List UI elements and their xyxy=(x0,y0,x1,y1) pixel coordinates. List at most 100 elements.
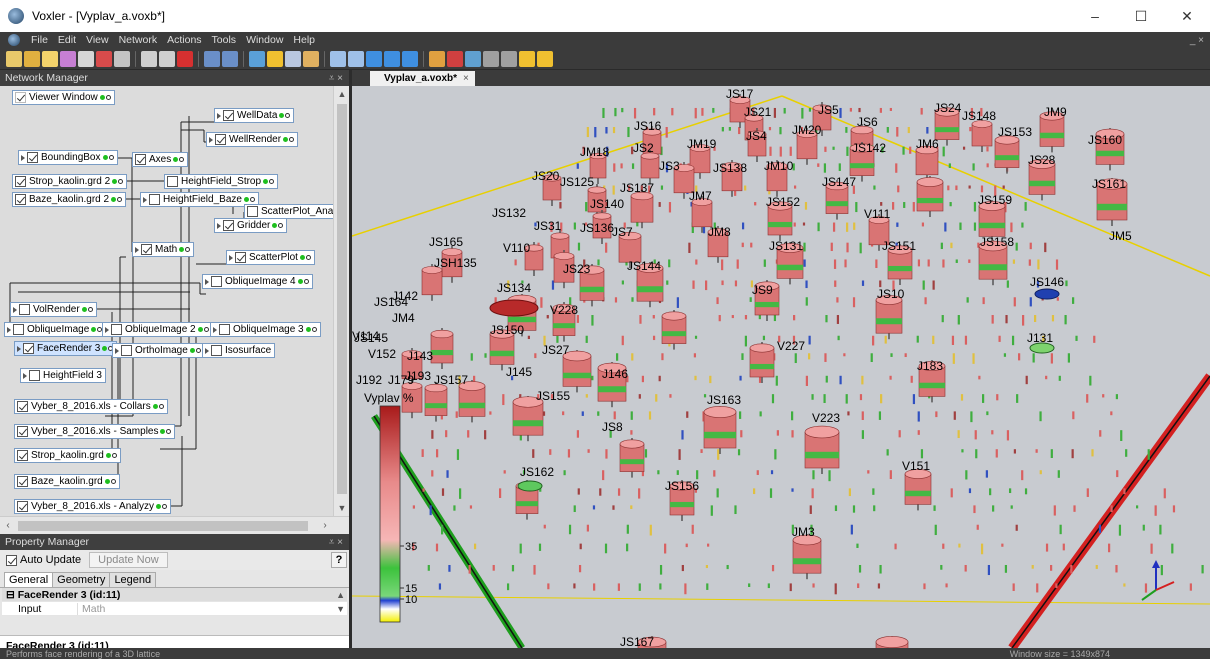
help-button[interactable]: ? xyxy=(331,552,347,568)
output-connector-icon[interactable] xyxy=(189,348,195,353)
expand-arrow-icon[interactable] xyxy=(229,254,233,261)
property-value[interactable]: Math xyxy=(78,603,105,615)
node-samples[interactable]: Vyber_8_2016.xls - Samples xyxy=(14,424,176,439)
node-baze-kaolin[interactable]: Baze_kaolin.grd xyxy=(14,474,120,489)
node-gridder[interactable]: Gridder xyxy=(214,218,288,233)
network-canvas[interactable]: Viewer Window WellData WellRender Boundi… xyxy=(0,86,344,516)
expand-arrow-icon[interactable] xyxy=(135,246,139,253)
input-connector-icon[interactable] xyxy=(185,247,191,252)
output-connector-icon[interactable] xyxy=(299,255,305,260)
export-icon[interactable] xyxy=(447,50,463,67)
view-fit-icon[interactable] xyxy=(330,50,346,67)
node-checkbox[interactable] xyxy=(219,324,230,335)
tab-general[interactable]: General xyxy=(4,572,54,587)
output-connector-icon[interactable] xyxy=(297,279,303,284)
output-connector-icon[interactable] xyxy=(91,327,97,332)
input-connector-icon[interactable] xyxy=(269,179,275,184)
viewer-window[interactable]: JS17 JS21 JS5 JS24 JS148 JM9 JS4 JM20 JS6 JS16 JM1… xyxy=(352,86,1210,648)
input-connector-icon[interactable] xyxy=(305,255,311,260)
output-connector-icon[interactable] xyxy=(279,113,285,118)
tab-vyplav-a[interactable]: Vyplav_a.voxb* × xyxy=(370,71,475,86)
document-icon[interactable] xyxy=(78,50,94,67)
output-connector-icon[interactable] xyxy=(305,327,311,332)
node-checkbox[interactable] xyxy=(141,244,152,255)
expand-arrow-icon[interactable] xyxy=(23,372,27,379)
close-tab-icon[interactable]: × xyxy=(463,73,469,84)
node-volrender[interactable]: VolRender xyxy=(10,302,97,317)
node-checkbox[interactable] xyxy=(13,324,24,335)
help-icon[interactable] xyxy=(249,50,265,67)
undo-icon[interactable] xyxy=(204,50,220,67)
open-icon[interactable] xyxy=(24,50,40,67)
document-system-icon[interactable] xyxy=(8,34,20,46)
output-connector-icon[interactable] xyxy=(243,197,249,202)
checkbox-box[interactable] xyxy=(6,554,17,566)
pan-icon[interactable] xyxy=(303,50,319,67)
node-obliqueimage-3[interactable]: ObliqueImage 3 xyxy=(210,322,321,337)
input-connector-icon[interactable] xyxy=(105,95,111,100)
viewer-scene[interactable]: JS17 JS21 JS5 JS24JS148 JM9 JS4 JM20 JS6 JS16 JM1… xyxy=(352,86,1210,648)
tab-geometry[interactable]: Geometry xyxy=(52,572,111,587)
node-heightfield-3[interactable]: HeightField 3 xyxy=(20,368,106,383)
scroll-thumb[interactable] xyxy=(337,104,347,494)
node-checkbox[interactable] xyxy=(17,501,28,512)
output-connector-icon[interactable] xyxy=(263,179,269,184)
redo-icon[interactable] xyxy=(222,50,238,67)
node-checkbox[interactable] xyxy=(135,154,146,165)
tab-legend[interactable]: Legend xyxy=(109,572,157,587)
node-strop-kaolin-2[interactable]: Strop_kaolin.grd 2 xyxy=(12,174,128,189)
node-checkbox[interactable] xyxy=(215,134,226,145)
node-heightfield-baze[interactable]: HeightField_Baze xyxy=(140,192,259,207)
menu-network[interactable]: Network xyxy=(114,34,163,46)
close-button[interactable]: ✕ xyxy=(1164,0,1210,32)
expand-arrow-icon[interactable] xyxy=(213,326,217,333)
node-scatterplot-analy[interactable]: ScatterPlot_Analy xyxy=(244,204,344,219)
auto-update-checkbox[interactable]: Auto Update xyxy=(6,554,81,566)
view-top-icon[interactable] xyxy=(366,50,382,67)
output-connector-icon[interactable] xyxy=(112,179,118,184)
expand-arrow-icon[interactable] xyxy=(115,347,119,354)
well-cylinder[interactable] xyxy=(489,333,515,365)
node-checkbox[interactable] xyxy=(17,476,28,487)
expand-arrow-icon[interactable] xyxy=(217,112,221,119)
node-axes[interactable]: Axes xyxy=(132,152,189,167)
node-strop-kaolin[interactable]: Strop_kaolin.grd xyxy=(14,448,121,463)
node-isosurface[interactable]: Isosurface xyxy=(202,343,276,358)
output-connector-icon[interactable] xyxy=(102,346,108,351)
node-analyzy[interactable]: Vyber_8_2016.xls - Analyzy xyxy=(14,499,172,514)
input-connector-icon[interactable] xyxy=(249,197,255,202)
property-row-input[interactable]: Input Math ▼ xyxy=(2,602,347,616)
scroll-down-icon[interactable]: ▼ xyxy=(334,500,349,516)
property-manager-controls[interactable]: ⩡ × xyxy=(329,537,343,548)
input-connector-icon[interactable] xyxy=(110,479,116,484)
output-connector-icon[interactable] xyxy=(156,504,162,509)
light-icon[interactable] xyxy=(483,50,499,67)
output-connector-icon[interactable] xyxy=(197,327,203,332)
node-checkbox[interactable] xyxy=(211,276,222,287)
property-section-header[interactable]: ⊟ FaceRender 3 (id:11) ▲ xyxy=(2,588,347,602)
node-orthoimage[interactable]: OrthoImage xyxy=(112,343,205,358)
well-cylinder[interactable] xyxy=(430,333,454,364)
node-wellrender[interactable]: WellRender xyxy=(206,132,299,147)
import-icon[interactable] xyxy=(96,50,112,67)
node-checkbox[interactable] xyxy=(235,252,246,263)
node-heightfield-strop[interactable]: HeightField_Strop xyxy=(164,174,279,189)
menu-tools[interactable]: Tools xyxy=(207,34,242,46)
view-rotate-icon[interactable] xyxy=(348,50,364,67)
update-now-button[interactable]: Update Now xyxy=(89,552,168,568)
menu-view[interactable]: View xyxy=(81,34,114,46)
input-connector-icon[interactable] xyxy=(195,348,201,353)
node-checkbox[interactable] xyxy=(15,92,26,103)
node-obliqueimage[interactable]: ObliqueImage xyxy=(4,322,107,337)
network-vertical-scrollbar[interactable]: ▲ ▼ xyxy=(333,86,349,516)
node-checkbox[interactable] xyxy=(19,304,30,315)
scroll-right-icon[interactable]: › xyxy=(317,517,333,534)
node-viewer-window[interactable]: Viewer Window xyxy=(12,90,115,105)
output-connector-icon[interactable] xyxy=(81,307,87,312)
mdi-controls[interactable]: _ × xyxy=(1190,35,1204,46)
expand-arrow-icon[interactable] xyxy=(21,154,25,161)
node-math[interactable]: Math xyxy=(132,242,195,257)
input-connector-icon[interactable] xyxy=(311,327,317,332)
node-welldata[interactable]: WellData xyxy=(214,108,295,123)
output-connector-icon[interactable] xyxy=(111,197,117,202)
